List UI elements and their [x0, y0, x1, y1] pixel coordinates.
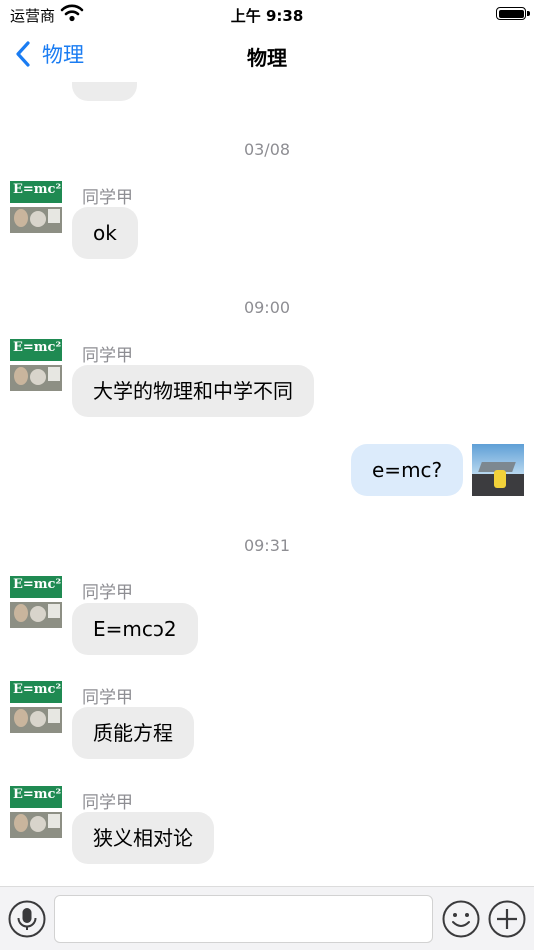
- sender-name: 同学甲: [82, 346, 133, 366]
- timestamp: 09:31: [243, 536, 291, 555]
- sender-name: 同学甲: [82, 188, 133, 208]
- voice-icon[interactable]: [7, 899, 47, 939]
- battery-tip: [527, 11, 530, 16]
- message-bubble[interactable]: E=mcↄ2: [72, 603, 198, 655]
- avatar[interactable]: E=mc²: [10, 181, 62, 233]
- message-bubble[interactable]: ok: [72, 207, 138, 259]
- sender-name: 同学甲: [82, 583, 133, 603]
- add-icon[interactable]: [487, 899, 527, 939]
- status-time: 上午 9:38: [230, 7, 304, 25]
- page-title: 物理: [247, 46, 287, 70]
- my-avatar[interactable]: [472, 444, 524, 496]
- message-list[interactable]: 03/08 E=mc² 同学甲 ok 09:00 E=mc² 同学甲 大学的物理…: [0, 82, 534, 886]
- avatar[interactable]: E=mc²: [10, 576, 62, 628]
- previous-message-bubble[interactable]: [72, 82, 137, 101]
- nav-bar: 物理 物理: [0, 28, 534, 82]
- avatar[interactable]: E=mc²: [10, 681, 62, 733]
- message-input[interactable]: [54, 895, 433, 943]
- avatar[interactable]: E=mc²: [10, 339, 62, 391]
- input-bar: [0, 886, 534, 950]
- message-bubble[interactable]: 大学的物理和中学不同: [72, 365, 314, 417]
- timestamp: 03/08: [243, 140, 291, 159]
- battery-icon: [496, 7, 526, 20]
- message-bubble[interactable]: 狭义相对论: [72, 812, 214, 864]
- sender-name: 同学甲: [82, 793, 133, 813]
- status-bar: 运营商 上午 9:38: [0, 0, 534, 28]
- message-bubble[interactable]: 质能方程: [72, 707, 194, 759]
- sender-name: 同学甲: [82, 688, 133, 708]
- avatar[interactable]: E=mc²: [10, 786, 62, 838]
- my-message-bubble[interactable]: e=mc?: [351, 444, 464, 496]
- emoji-icon[interactable]: [441, 899, 481, 939]
- timestamp: 09:00: [243, 298, 291, 317]
